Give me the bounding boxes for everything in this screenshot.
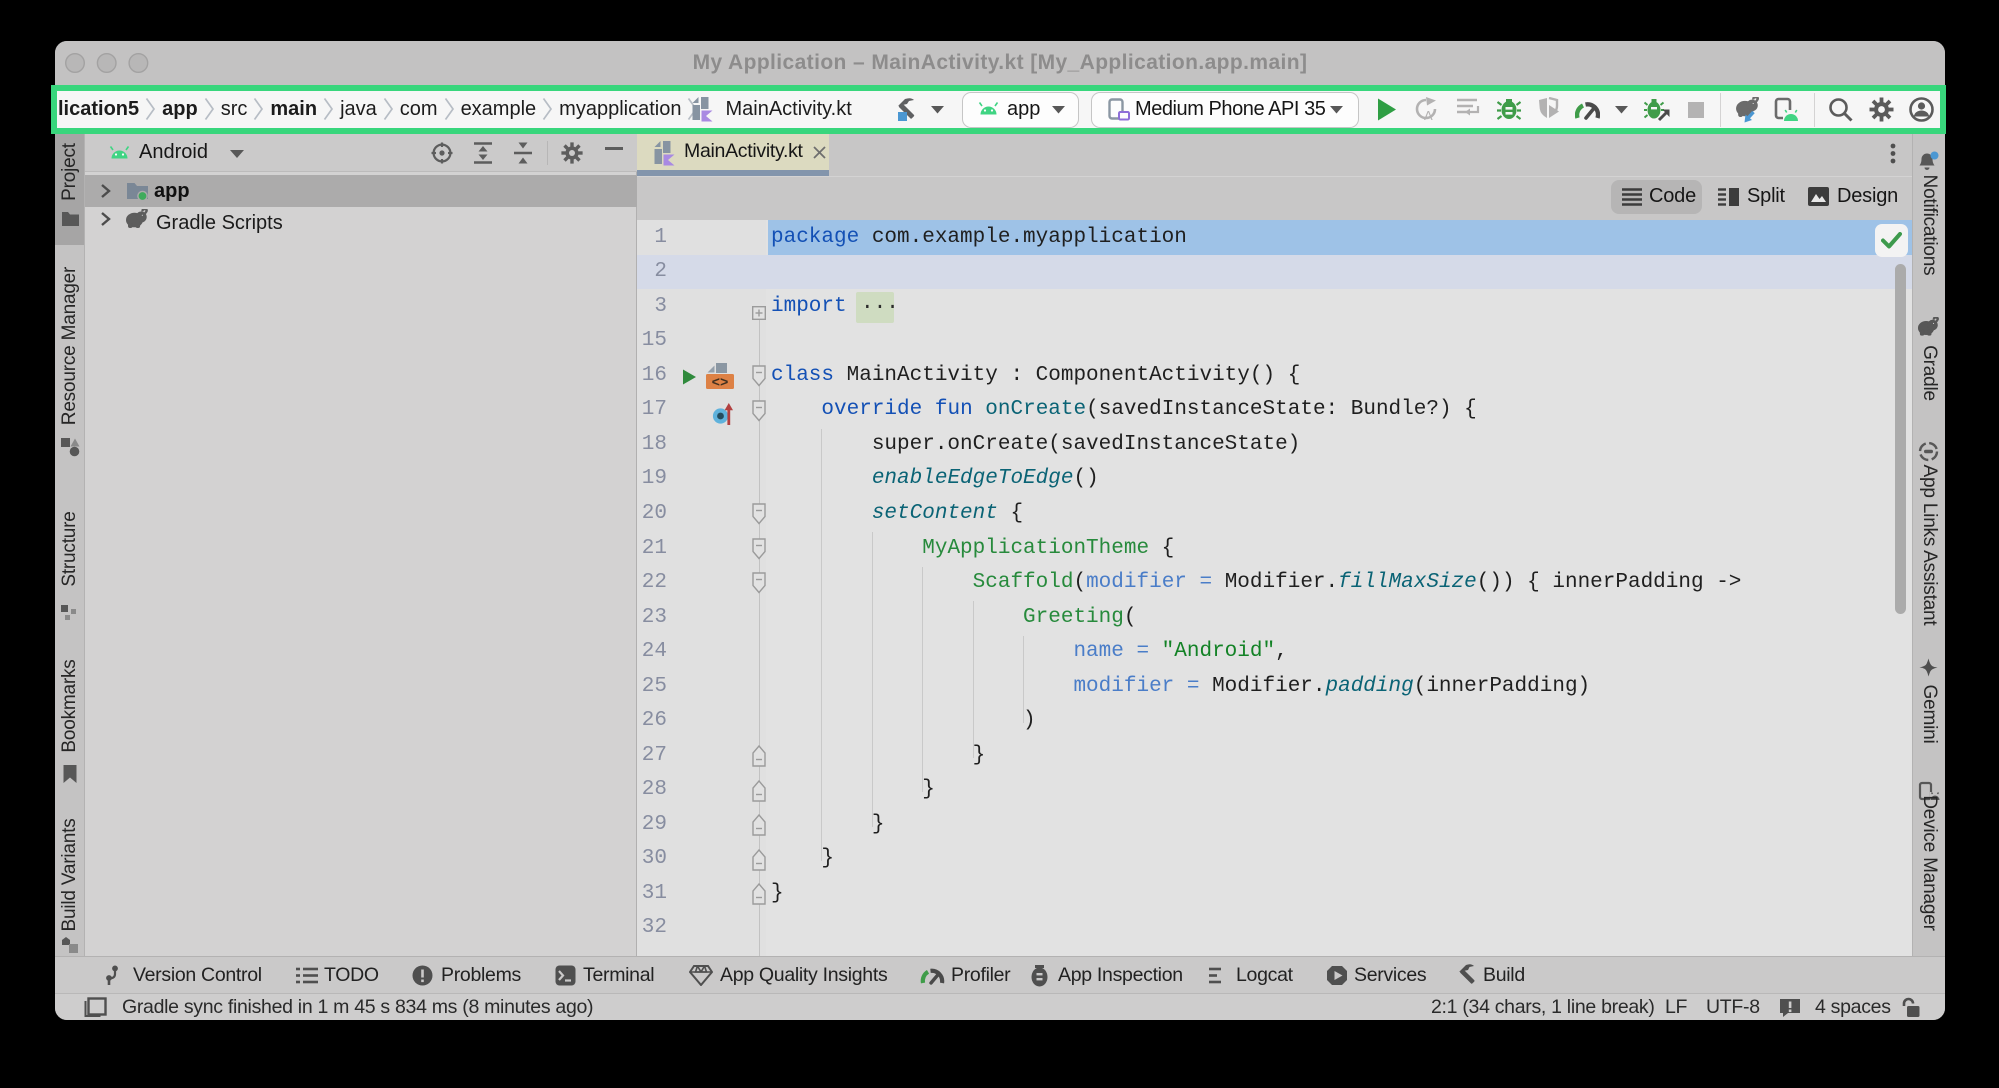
svg-text:<>: <>: [712, 375, 729, 389]
